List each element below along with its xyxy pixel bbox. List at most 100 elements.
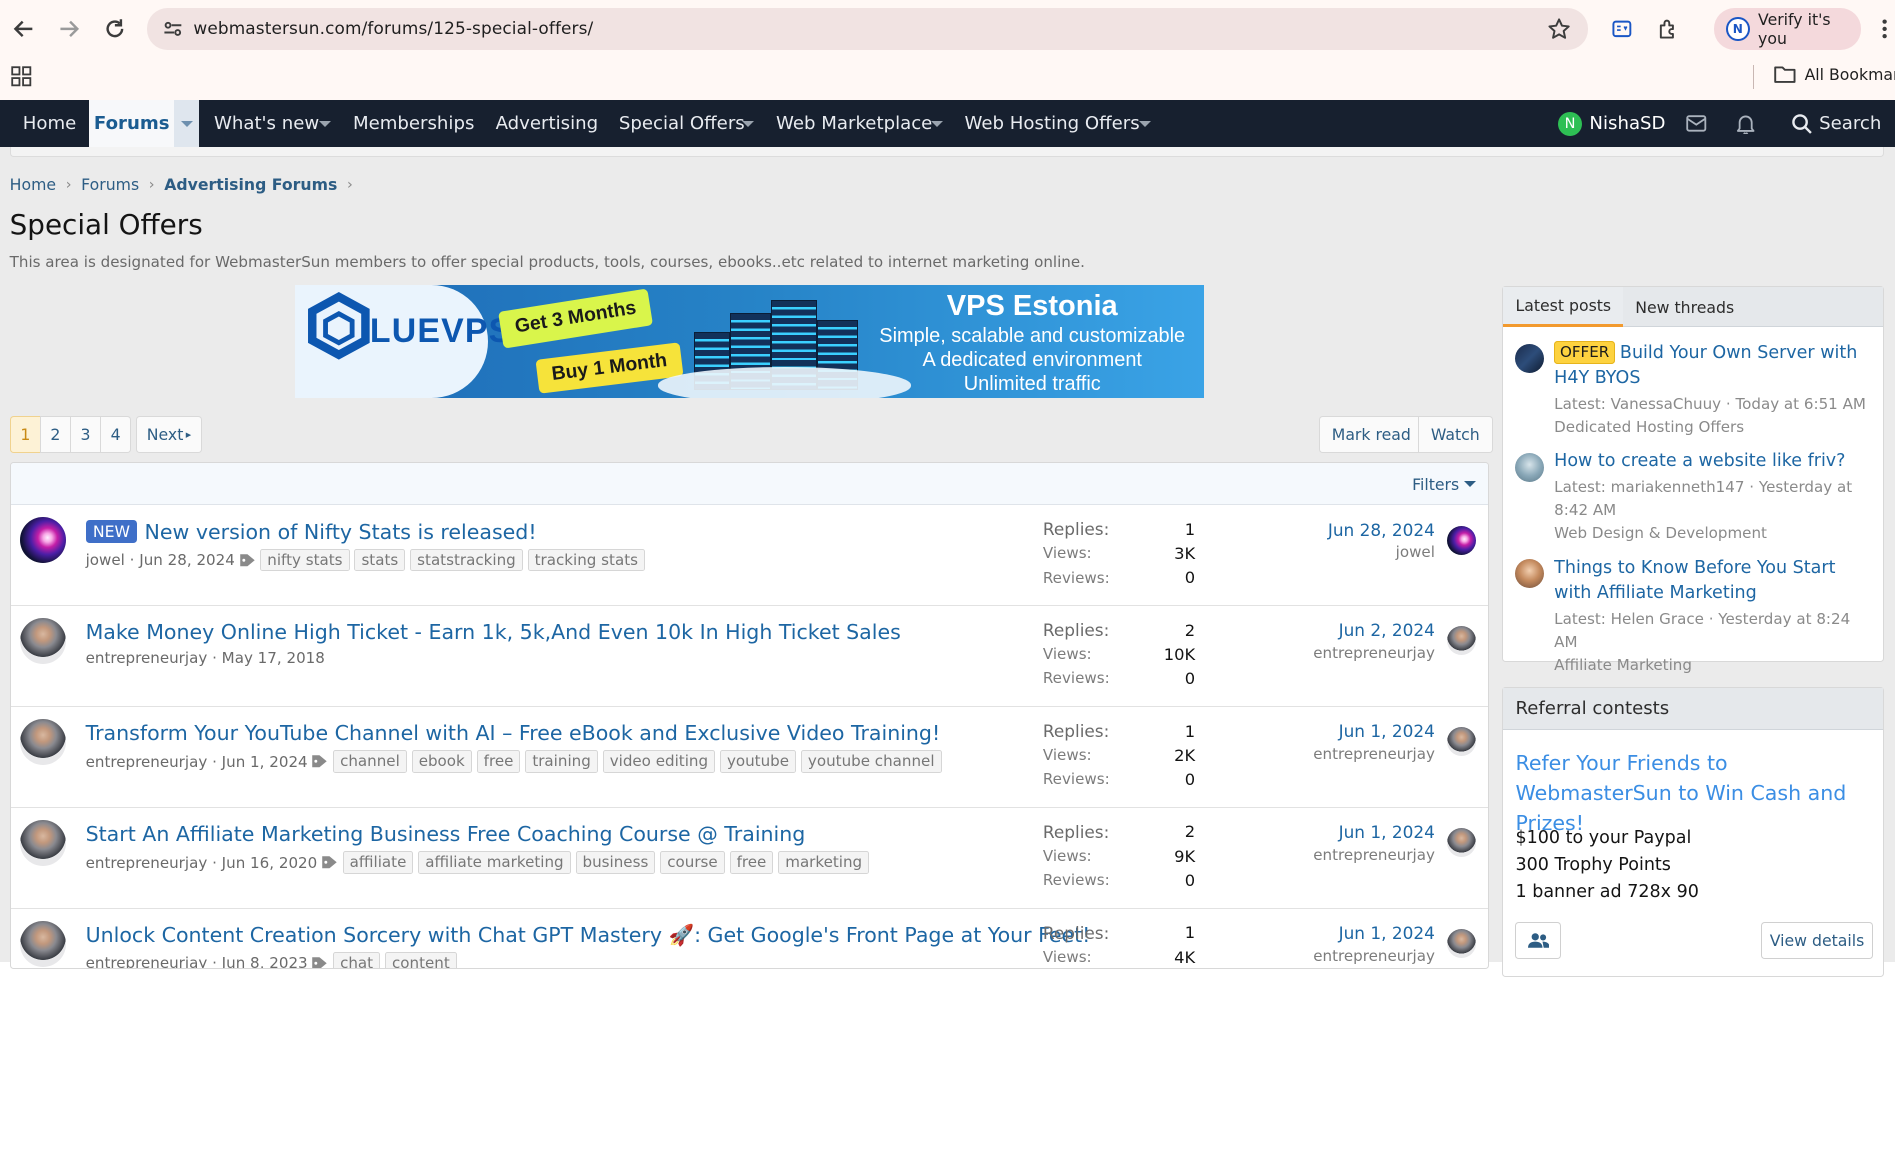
thread-author[interactable]: entrepreneurjay: [86, 649, 208, 667]
extensions-icon[interactable]: [1651, 12, 1685, 46]
latest-post-title[interactable]: How to create a website like friv?: [1554, 449, 1873, 474]
last-post-user[interactable]: entrepreneurjay: [1313, 745, 1435, 763]
back-button[interactable]: [6, 11, 42, 47]
nav-forums[interactable]: Forums: [89, 100, 175, 148]
view-details-button[interactable]: View details: [1760, 922, 1874, 960]
bell-icon[interactable]: [1736, 100, 1755, 147]
thread-tag[interactable]: statstracking: [410, 548, 523, 572]
special-offers-dropdown-toggle[interactable]: [742, 100, 755, 147]
thread-tag[interactable]: nifty stats: [260, 548, 350, 572]
thread-tag[interactable]: content: [384, 952, 457, 969]
tab-latest-posts[interactable]: Latest posts: [1503, 287, 1624, 328]
author-avatar[interactable]: [20, 819, 67, 866]
thread-tag[interactable]: ebook: [411, 750, 472, 773]
last-post-date[interactable]: Jun 2, 2024: [1313, 620, 1435, 640]
thread-author[interactable]: entrepreneurjay: [86, 753, 208, 771]
last-post-date[interactable]: Jun 1, 2024: [1313, 923, 1435, 943]
apps-grid-icon[interactable]: [11, 66, 33, 88]
user-menu[interactable]: N NishaSD: [1558, 100, 1666, 147]
thread-tag[interactable]: free: [729, 851, 774, 874]
poster-avatar[interactable]: [1515, 559, 1545, 589]
nav-memberships[interactable]: Memberships: [353, 100, 474, 147]
forums-dropdown-toggle[interactable]: [174, 100, 200, 148]
latest-post-forum[interactable]: Dedicated Hosting Offers: [1554, 416, 1873, 439]
watch-button[interactable]: Watch: [1417, 415, 1493, 454]
thread-title[interactable]: Make Money Online High Ticket - Earn 1k,…: [86, 620, 901, 644]
web-marketplace-dropdown-toggle[interactable]: [930, 100, 943, 147]
last-poster-avatar[interactable]: [1447, 929, 1477, 959]
thread-tag[interactable]: video editing: [602, 750, 716, 773]
thread-tag[interactable]: youtube: [719, 750, 797, 773]
last-post-user[interactable]: entrepreneurjay: [1313, 947, 1435, 965]
all-bookmarks-button[interactable]: All Bookmarks: [1774, 65, 1895, 84]
thread-tag[interactable]: affiliate marketing: [418, 851, 571, 874]
thread-tag[interactable]: stats: [354, 548, 406, 572]
thread-author[interactable]: entrepreneurjay: [86, 854, 208, 872]
page-link-4[interactable]: 4: [99, 415, 132, 454]
whats-new-dropdown-toggle[interactable]: [319, 100, 332, 147]
breadcrumb-home[interactable]: Home: [10, 175, 56, 194]
page-link-1[interactable]: 1: [9, 415, 41, 454]
bookmark-star-icon[interactable]: [1547, 17, 1571, 41]
ad-banner[interactable]: LUEVPS Get 3 Months Buy 1 Month VPS Esto…: [294, 285, 1204, 398]
nav-whats-new[interactable]: What's new: [214, 100, 319, 147]
thread-date[interactable]: May 17, 2018: [222, 649, 325, 667]
author-avatar[interactable]: [20, 517, 67, 563]
thread-tag[interactable]: affiliate: [342, 851, 414, 874]
mark-read-button[interactable]: Mark read: [1318, 415, 1424, 454]
tab-new-threads[interactable]: New threads: [1623, 287, 1746, 327]
thread-tag[interactable]: chat: [333, 952, 381, 969]
last-post-date[interactable]: Jun 1, 2024: [1313, 721, 1435, 741]
reload-button[interactable]: [97, 11, 133, 47]
nav-home[interactable]: Home: [10, 100, 90, 147]
latest-post-title[interactable]: Things to Know Before You Start with Aff…: [1554, 556, 1873, 607]
page-link-3[interactable]: 3: [69, 415, 102, 454]
thread-title[interactable]: NEW New version of Nifty Stats is releas…: [85, 520, 537, 544]
last-poster-avatar[interactable]: [1447, 828, 1477, 858]
last-post-user[interactable]: jowel: [1328, 543, 1435, 561]
filters-button[interactable]: Filters: [1412, 475, 1477, 494]
poster-avatar[interactable]: [1515, 344, 1545, 374]
nav-web-marketplace[interactable]: Web Marketplace: [776, 100, 932, 147]
thread-tag[interactable]: channel: [333, 750, 407, 773]
thread-tag[interactable]: marketing: [778, 851, 870, 874]
nav-special-offers[interactable]: Special Offers: [619, 100, 745, 147]
author-avatar[interactable]: [20, 618, 67, 664]
search-button[interactable]: Search: [1791, 100, 1881, 147]
last-post-user[interactable]: entrepreneurjay: [1313, 644, 1435, 662]
thread-date[interactable]: Jun 16, 2020: [222, 854, 318, 872]
inbox-icon[interactable]: [1686, 100, 1707, 147]
verify-profile-button[interactable]: N Verify it's you: [1713, 8, 1862, 50]
breadcrumb-advertising-forums[interactable]: Advertising Forums: [164, 175, 337, 194]
last-poster-avatar[interactable]: [1447, 727, 1477, 757]
participants-button[interactable]: [1515, 922, 1562, 960]
next-page-button[interactable]: Next ▸: [136, 415, 202, 454]
url-text[interactable]: webmastersun.com/forums/125-special-offe…: [193, 18, 593, 38]
nav-web-hosting-offers[interactable]: Web Hosting Offers: [965, 100, 1140, 147]
page-link-2[interactable]: 2: [39, 415, 72, 454]
breadcrumb-forums[interactable]: Forums: [81, 175, 139, 194]
last-poster-avatar[interactable]: [1447, 525, 1477, 555]
last-post-date[interactable]: Jun 1, 2024: [1313, 822, 1435, 842]
last-poster-avatar[interactable]: [1447, 626, 1477, 656]
thread-tag[interactable]: youtube channel: [800, 750, 942, 773]
thread-title[interactable]: Start An Affiliate Marketing Business Fr…: [86, 822, 806, 846]
thread-tag[interactable]: free: [476, 750, 521, 773]
site-info-icon[interactable]: [162, 18, 184, 40]
more-menu-icon[interactable]: [1873, 12, 1895, 46]
address-bar[interactable]: webmastersun.com/forums/125-special-offe…: [147, 8, 1589, 50]
forward-button[interactable]: [51, 11, 87, 47]
latest-post-forum[interactable]: Affiliate Marketing: [1554, 654, 1873, 677]
web-hosting-dropdown-toggle[interactable]: [1138, 100, 1151, 147]
thread-date[interactable]: Jun 28, 2024: [139, 551, 235, 569]
author-avatar[interactable]: [20, 718, 67, 765]
poster-avatar[interactable]: [1515, 453, 1545, 483]
thread-tag[interactable]: business: [575, 851, 656, 874]
last-post-date[interactable]: Jun 28, 2024: [1328, 520, 1435, 540]
last-post-user[interactable]: entrepreneurjay: [1313, 846, 1435, 864]
thread-date[interactable]: Jun 1, 2024: [222, 753, 308, 771]
thread-title[interactable]: Transform Your YouTube Channel with AI –…: [86, 721, 941, 745]
thread-title[interactable]: Unlock Content Creation Sorcery with Cha…: [86, 923, 1091, 948]
thread-tag[interactable]: course: [660, 851, 725, 874]
nav-advertising[interactable]: Advertising: [496, 100, 599, 147]
